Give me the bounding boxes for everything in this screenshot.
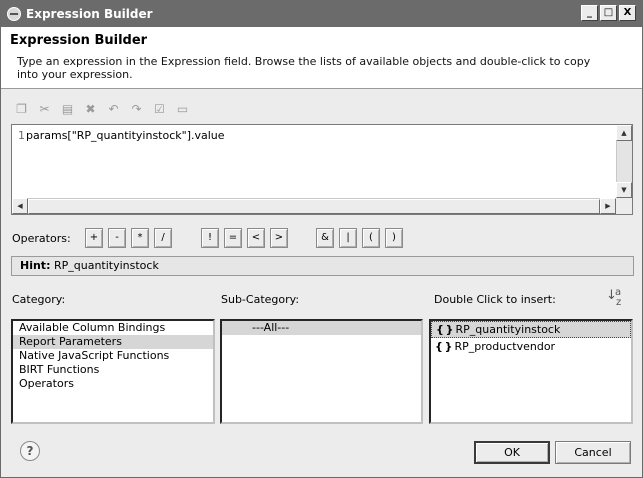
window-title: Expression Builder <box>26 7 153 21</box>
category-item-report-parameters[interactable]: Report Parameters <box>13 335 213 349</box>
operator-close-paren-button[interactable]: ) <box>385 228 403 248</box>
category-list[interactable]: Available Column Bindings Report Paramet… <box>11 319 215 424</box>
category-item-birt-functions[interactable]: BIRT Functions <box>13 363 213 377</box>
horizontal-scroll-thumb[interactable] <box>28 199 600 214</box>
horizontal-scrollbar[interactable]: ◀ ▶ <box>12 198 616 214</box>
close-button[interactable]: X <box>619 5 636 21</box>
category-item-available-column-bindings[interactable]: Available Column Bindings <box>13 321 213 335</box>
maximize-button[interactable]: □ <box>600 5 617 21</box>
expression-editor[interactable]: 1 params["RP_quantityinstock"].value ▲ ▼… <box>11 124 633 215</box>
category-item-operators[interactable]: Operators <box>13 377 213 391</box>
insert-list[interactable]: { } RP_quantityinstock { } RP_productven… <box>429 319 633 424</box>
copy-icon[interactable]: ❐ <box>13 101 30 117</box>
paste-icon[interactable]: ▤ <box>59 101 76 117</box>
scroll-down-button[interactable]: ▼ <box>616 182 632 198</box>
dialog-description: Type an expression in the Expression fie… <box>17 55 591 81</box>
editor-toolbar: ❐ ✂ ▤ ✖ ↶ ↷ ☑ ▭ <box>13 101 191 117</box>
operator-and-button[interactable]: & <box>316 228 334 248</box>
insert-label: Double Click to insert: <box>434 293 556 306</box>
operator-multiply-button[interactable]: * <box>131 228 149 248</box>
scroll-right-button[interactable]: ▶ <box>600 198 616 214</box>
cut-icon[interactable]: ✂ <box>36 101 53 117</box>
minimize-button[interactable]: _ <box>581 5 598 21</box>
category-item-native-javascript-functions[interactable]: Native JavaScript Functions <box>13 349 213 363</box>
parameter-braces-icon: { } <box>436 323 453 336</box>
category-label: Category: <box>12 293 66 306</box>
subcategory-item-all[interactable]: ---All--- <box>222 321 421 335</box>
sort-alphabetical-icon[interactable]: ↓ a z <box>606 288 626 308</box>
delete-icon[interactable]: ✖ <box>82 101 99 117</box>
operator-divide-button[interactable]: / <box>154 228 172 248</box>
operator-greater-than-button[interactable]: > <box>270 228 288 248</box>
hint-value: RP_quantityinstock <box>53 259 159 272</box>
subcategory-label: Sub-Category: <box>221 293 300 306</box>
expression-text[interactable]: params["RP_quantityinstock"].value <box>26 129 225 142</box>
operator-or-button[interactable]: | <box>339 228 357 248</box>
scroll-up-button[interactable]: ▲ <box>616 125 632 141</box>
parameter-braces-icon: { } <box>435 340 452 353</box>
scroll-corner <box>616 198 632 214</box>
redo-icon[interactable]: ↷ <box>128 101 145 117</box>
vertical-scrollbar[interactable]: ▲ ▼ <box>616 125 632 198</box>
title-bar[interactable]: Expression Builder _ □ X <box>1 1 642 27</box>
help-icon[interactable]: ? <box>20 441 40 461</box>
operator-open-paren-button[interactable]: ( <box>362 228 380 248</box>
insert-item-rp-quantityinstock[interactable]: { } RP_quantityinstock <box>431 321 631 338</box>
scroll-left-button[interactable]: ◀ <box>12 198 28 214</box>
operator-less-than-button[interactable]: < <box>247 228 265 248</box>
operator-not-button[interactable]: ! <box>201 228 219 248</box>
validate-icon[interactable]: ▭ <box>174 101 191 117</box>
operator-minus-button[interactable]: - <box>108 228 126 248</box>
dialog-title: Expression Builder <box>10 33 148 48</box>
hint-label: Hint: <box>20 259 51 272</box>
select-all-icon[interactable]: ☑ <box>151 101 168 117</box>
operator-plus-button[interactable]: + <box>85 228 103 248</box>
operator-equals-button[interactable]: = <box>224 228 242 248</box>
line-number-gutter: 1 <box>18 129 25 142</box>
undo-icon[interactable]: ↶ <box>105 101 122 117</box>
dialog-header: Expression Builder Type an expression in… <box>1 27 642 89</box>
insert-item-label: RP_productvendor <box>454 340 556 353</box>
eclipse-app-icon <box>7 7 21 21</box>
subcategory-list[interactable]: ---All--- <box>220 319 423 424</box>
cancel-button[interactable]: Cancel <box>555 441 631 464</box>
hint-bar: Hint: RP_quantityinstock <box>11 256 634 276</box>
insert-item-rp-productvendor[interactable]: { } RP_productvendor <box>431 338 631 355</box>
operators-label: Operators: <box>12 232 71 245</box>
expression-builder-dialog: Expression Builder _ □ X Expression Buil… <box>0 0 643 478</box>
insert-item-label: RP_quantityinstock <box>455 323 561 336</box>
ok-button[interactable]: OK <box>474 441 550 464</box>
window-controls: _ □ X <box>581 5 636 21</box>
